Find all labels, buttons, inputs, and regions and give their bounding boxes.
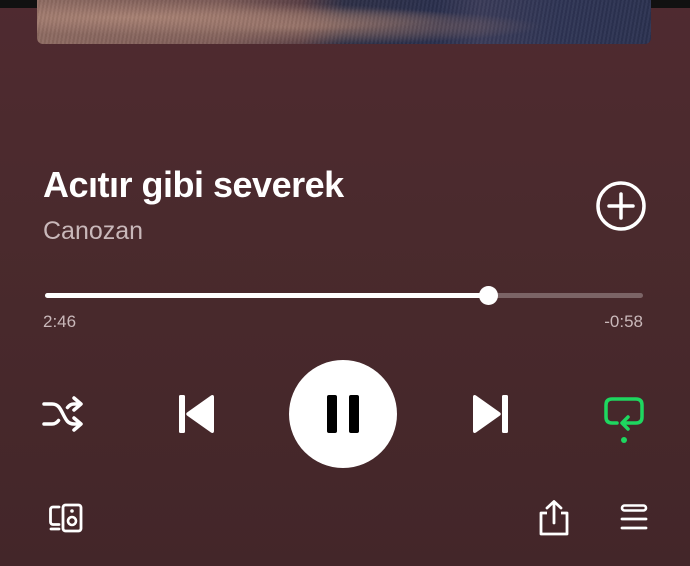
progress-fill (45, 293, 488, 298)
skip-next-icon (473, 395, 508, 433)
connect-devices-icon (49, 503, 83, 533)
previous-track-button[interactable] (172, 391, 220, 437)
share-icon (539, 500, 569, 536)
artist-name[interactable]: Canozan (43, 217, 143, 246)
next-track-button[interactable] (467, 391, 515, 437)
pause-button[interactable] (289, 360, 397, 468)
shuffle-icon (42, 396, 83, 432)
queue-button[interactable] (615, 500, 653, 536)
connect-devices-button[interactable] (46, 500, 86, 536)
plus-circle-icon (596, 181, 646, 231)
share-button[interactable] (535, 498, 573, 538)
elapsed-time: 2:46 (43, 312, 77, 331)
pause-icon (327, 395, 359, 433)
album-art (37, 0, 651, 44)
progress-bar[interactable] (45, 285, 643, 305)
remaining-time: -0:58 (604, 312, 643, 331)
queue-icon (620, 504, 648, 530)
progress-thumb[interactable] (478, 286, 498, 305)
repeat-button[interactable] (600, 393, 648, 445)
song-title: Acıtır gibi severek (43, 164, 344, 205)
repeat-icon (604, 397, 644, 443)
skip-previous-icon (179, 395, 214, 433)
shuffle-button[interactable] (40, 393, 86, 435)
add-to-library-button[interactable] (595, 180, 647, 232)
